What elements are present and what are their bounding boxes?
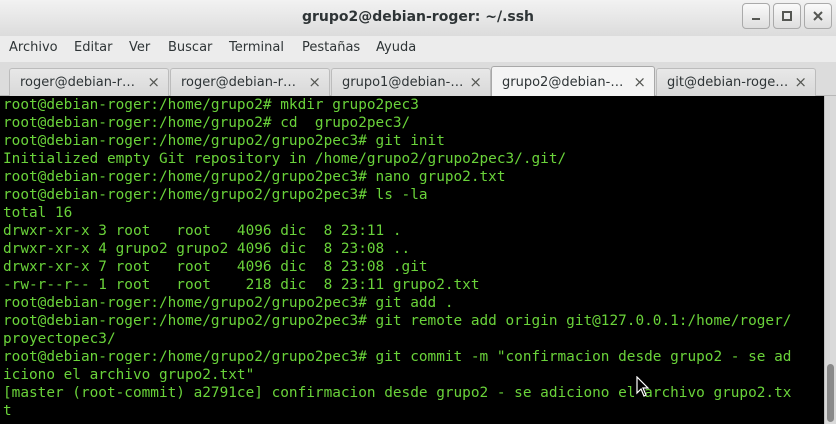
terminal-scrollbar[interactable] — [824, 96, 836, 424]
terminal-line: root@debian-roger:/home/grupo2# mkdir gr… — [3, 97, 419, 113]
tab-2[interactable]: roger@debian-r… × — [170, 68, 330, 96]
menu-pestanas[interactable]: Pestañas — [302, 40, 360, 55]
close-button[interactable] — [804, 3, 832, 29]
close-icon — [813, 11, 823, 21]
tab-close-icon[interactable]: × — [469, 73, 482, 91]
terminal-line: drwxr-xr-x 4 grupo2 grupo2 4096 dic 8 23… — [3, 241, 411, 257]
terminal-line: root@debian-roger:/home/grupo2/grupo2pec… — [3, 133, 445, 149]
terminal-line: iciono el archivo grupo2.txt" — [3, 367, 255, 383]
menu-bar: Archivo Editar Ver Buscar Terminal Pesta… — [0, 36, 836, 62]
minimize-button[interactable] — [742, 3, 770, 29]
menu-terminal[interactable]: Terminal — [229, 40, 284, 55]
menu-archivo[interactable]: Archivo — [9, 40, 58, 55]
terminal-line: [master (root-commit) a2791ce] confirmac… — [3, 385, 792, 401]
window-controls — [739, 3, 832, 29]
tab-label: roger@debian-r… — [20, 75, 135, 90]
mouse-pointer-icon — [636, 376, 650, 397]
terminal-line: drwxr-xr-x 3 root root 4096 dic 8 23:11 … — [3, 223, 402, 239]
maximize-icon — [782, 11, 792, 21]
terminal-line: root@debian-roger:/home/grupo2/grupo2pec… — [3, 169, 506, 185]
tab-label: grupo1@debian-… — [342, 75, 464, 90]
minimize-icon — [752, 18, 760, 20]
terminal-line: root@debian-roger:/home/grupo2# cd grupo… — [3, 115, 411, 131]
terminal-line: Initialized empty Git repository in /hom… — [3, 151, 567, 167]
tab-label: roger@debian-r… — [181, 75, 296, 90]
terminal-output[interactable]: root@debian-roger:/home/grupo2# mkdir gr… — [0, 96, 824, 424]
menu-editar[interactable]: Editar — [74, 40, 113, 55]
terminal-line: t — [3, 403, 12, 419]
tab-3[interactable]: grupo1@debian-… × — [331, 68, 491, 96]
terminal-line: drwxr-xr-x 7 root root 4096 dic 8 23:08 … — [3, 259, 428, 275]
terminal-line: total 16 — [3, 205, 73, 221]
scrollbar-thumb[interactable] — [827, 364, 834, 422]
tab-5[interactable]: git@debian-roge… × — [656, 68, 816, 96]
menu-buscar[interactable]: Buscar — [168, 40, 212, 55]
menu-ver[interactable]: Ver — [129, 40, 150, 55]
tab-label: grupo2@debian-… — [502, 75, 624, 90]
terminal-line: root@debian-roger:/home/grupo2/grupo2pec… — [3, 349, 792, 365]
terminal-window: grupo2@debian-roger: ~/.ssh Archivo Edit… — [0, 0, 836, 424]
tab-4-active[interactable]: grupo2@debian-… × — [491, 66, 655, 97]
tab-close-icon[interactable]: × — [633, 73, 646, 91]
terminal-line: root@debian-roger:/home/grupo2/grupo2pec… — [3, 313, 792, 329]
terminal-line: proyectopec3/ — [3, 331, 116, 347]
menu-ayuda[interactable]: Ayuda — [376, 40, 416, 55]
terminal-line: root@debian-roger:/home/grupo2/grupo2pec… — [3, 187, 428, 203]
terminal-line: root@debian-roger:/home/grupo2/grupo2pec… — [3, 295, 454, 311]
maximize-button[interactable] — [773, 3, 801, 29]
terminal-line: -rw-r--r-- 1 root root 218 dic 8 23:11 g… — [3, 277, 480, 293]
tab-close-icon[interactable]: × — [308, 73, 321, 91]
title-bar[interactable]: grupo2@debian-roger: ~/.ssh — [0, 0, 836, 37]
tab-1[interactable]: roger@debian-r… × — [9, 68, 169, 96]
tab-close-icon[interactable]: × — [794, 73, 807, 91]
tab-label: git@debian-roge… — [667, 75, 789, 90]
window-title: grupo2@debian-roger: ~/.ssh — [301, 9, 535, 25]
tab-bar: roger@debian-r… × roger@debian-r… × grup… — [0, 62, 836, 97]
tab-close-icon[interactable]: × — [147, 73, 160, 91]
